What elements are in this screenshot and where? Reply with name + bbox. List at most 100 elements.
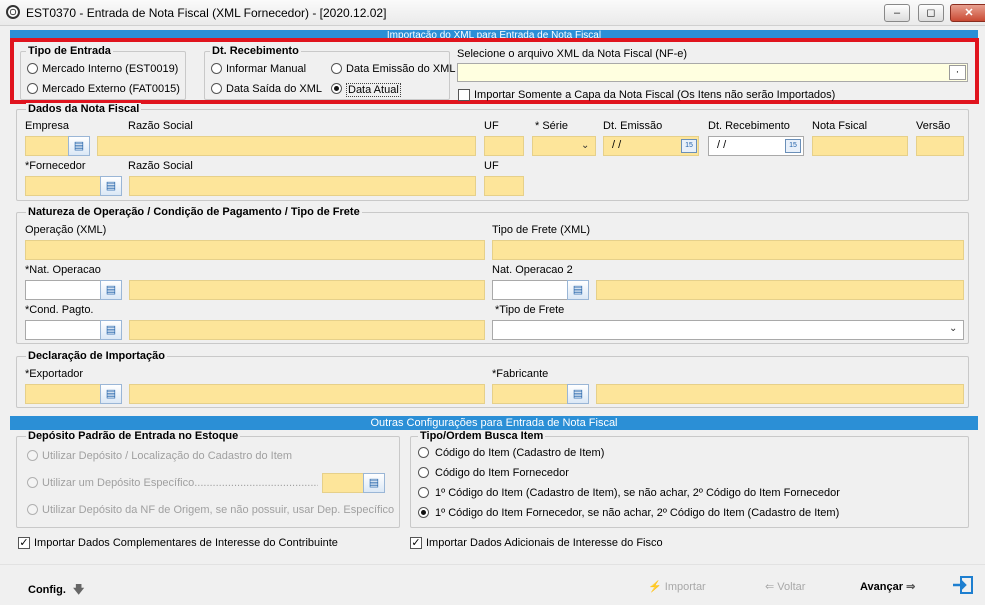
radio-informar-manual[interactable]: [211, 63, 222, 74]
radio-data-atual[interactable]: [331, 83, 342, 94]
arrow-right-icon: ⇒: [906, 581, 916, 593]
cond-pagto-lookup-button[interactable]: ▤: [100, 320, 122, 340]
label-busca-cadastro: Código do Item (Cadastro de Item): [435, 447, 605, 459]
arrow-left-icon: ⇐: [765, 581, 775, 593]
empresa-lookup-button[interactable]: ▤: [68, 136, 90, 156]
label-data-emissao-xml: Data Emissão do XML: [346, 63, 456, 75]
tipo-entrada-title: Tipo de Entrada: [26, 45, 113, 57]
dt-recebimento-calendar-icon[interactable]: 15: [785, 139, 801, 153]
fornecedor-label: *Fornecedor: [25, 160, 86, 172]
cond-pagto-input[interactable]: [25, 320, 105, 340]
radio-data-emissao-xml[interactable]: [331, 63, 342, 74]
cond-pagto-label: *Cond. Pagto.: [25, 304, 94, 316]
complementares-checkbox[interactable]: ✓: [18, 537, 30, 549]
arrow-down-icon: 🡇: [72, 584, 85, 596]
voltar-button[interactable]: ⇐ Voltar: [765, 580, 805, 593]
deposito-lookup-button[interactable]: ▤: [363, 473, 385, 493]
label-deposito-especifico: Utilizar um Depósito Específico.........…: [42, 477, 318, 489]
config-label: Config.: [28, 584, 66, 596]
window-title: EST0370 - Entrada de Nota Fiscal (XML Fo…: [26, 6, 387, 20]
importar-label: Importar: [664, 581, 706, 593]
nat-operacao-desc-input[interactable]: [129, 280, 485, 300]
capa-only-label: Importar Somente a Capa da Nota Fiscal (…: [474, 89, 836, 101]
xml-file-input[interactable]: [457, 63, 968, 82]
busca-item-title: Tipo/Ordem Busca Item: [418, 430, 546, 442]
dt-recebimento-field-label: Dt. Recebimento: [708, 120, 790, 132]
tipo-frete-chevron-down-icon[interactable]: ⌄: [949, 323, 957, 334]
avancar-button[interactable]: Avançar ⇒: [860, 580, 915, 593]
radio-busca-cadastro-fornecedor[interactable]: [418, 487, 429, 498]
uf-input[interactable]: [484, 136, 524, 156]
razao-social-2-input[interactable]: [129, 176, 476, 196]
exit-icon[interactable]: [952, 575, 974, 595]
nat-operacao-lookup-button[interactable]: ▤: [100, 280, 122, 300]
config-button[interactable]: Config. 🡇: [28, 581, 84, 600]
uf-2-label: UF: [484, 160, 499, 172]
restore-button[interactable]: ◻: [918, 4, 944, 22]
radio-mercado-externo[interactable]: [27, 83, 38, 94]
title-bar: EST0370 - Entrada de Nota Fiscal (XML Fo…: [0, 0, 985, 26]
app-icon: [6, 5, 20, 19]
radio-busca-fornecedor[interactable]: [418, 467, 429, 478]
operacao-xml-label: Operação (XML): [25, 224, 107, 236]
fornecedor-lookup-button[interactable]: ▤: [100, 176, 122, 196]
dt-emissao-calendar-icon[interactable]: 15: [681, 139, 697, 153]
dt-recebimento-value: / /: [717, 139, 727, 151]
capa-only-checkbox[interactable]: [458, 89, 470, 101]
radio-deposito-cadastro[interactable]: [27, 450, 38, 461]
radio-data-saida-xml[interactable]: [211, 83, 222, 94]
radio-mercado-interno[interactable]: [27, 63, 38, 74]
empresa-input[interactable]: [25, 136, 70, 156]
versao-label: Versão: [916, 120, 951, 132]
radio-busca-fornecedor-cadastro[interactable]: [418, 507, 429, 518]
natureza-title: Natureza de Operação / Condição de Pagam…: [26, 206, 362, 218]
label-busca-fornecedor-cadastro: 1º Código do Item Fornecedor, se não ach…: [435, 507, 840, 519]
close-button[interactable]: ✕: [950, 4, 985, 22]
fabricante-desc-input[interactable]: [596, 384, 964, 404]
fabricante-lookup-button[interactable]: ▤: [567, 384, 589, 404]
nat-operacao-2-desc-input[interactable]: [596, 280, 964, 300]
exportador-lookup-button[interactable]: ▤: [100, 384, 122, 404]
label-informar-manual: Informar Manual: [226, 63, 307, 75]
serie-chevron-down-icon[interactable]: ⌄: [581, 140, 589, 151]
fisco-checkbox[interactable]: ✓: [410, 537, 422, 549]
fisco-label: Importar Dados Adicionais de Interesse d…: [426, 537, 663, 549]
voltar-label: Voltar: [777, 581, 806, 593]
importacao-title: Declaração de Importação: [26, 350, 167, 362]
tipo-frete-xml-input[interactable]: [492, 240, 964, 260]
operacao-xml-input[interactable]: [25, 240, 485, 260]
exportador-label: *Exportador: [25, 368, 84, 380]
radio-deposito-especifico[interactable]: [27, 477, 38, 488]
label-busca-cadastro-fornecedor: 1º Código do Item (Cadastro de Item), se…: [435, 487, 840, 499]
empresa-label: Empresa: [25, 120, 70, 132]
label-mercado-externo: Mercado Externo (FAT0015): [42, 83, 180, 95]
radio-deposito-origem[interactable]: [27, 504, 38, 515]
radio-busca-cadastro[interactable]: [418, 447, 429, 458]
browse-button[interactable]: ·: [949, 65, 966, 80]
exportador-desc-input[interactable]: [129, 384, 485, 404]
fabricante-label: *Fabricante: [492, 368, 549, 380]
exportador-input[interactable]: [25, 384, 105, 404]
razao-social-label: Razão Social: [128, 120, 193, 132]
minimize-button[interactable]: –: [884, 4, 910, 22]
dados-nf-title: Dados da Nota Fiscal: [26, 103, 142, 115]
dt-emissao-value: / /: [612, 139, 622, 151]
cond-pagto-desc-input[interactable]: [129, 320, 485, 340]
nat-operacao-input[interactable]: [25, 280, 105, 300]
versao-input[interactable]: [916, 136, 964, 156]
uf-2-input[interactable]: [484, 176, 524, 196]
nota-fiscal-input[interactable]: [812, 136, 908, 156]
deposito-especifico-input[interactable]: [322, 473, 366, 493]
fornecedor-input[interactable]: [25, 176, 105, 196]
fabricante-input[interactable]: [492, 384, 572, 404]
importar-button[interactable]: ⚡ Importar: [648, 580, 706, 593]
label-deposito-origem: Utilizar Depósito da NF de Origem, se nã…: [42, 504, 395, 516]
nat-operacao-2-input[interactable]: [492, 280, 572, 300]
nat-operacao-2-label: Nat. Operacao 2: [492, 264, 573, 276]
nat-operacao-label: *Nat. Operacao: [25, 264, 101, 276]
nat-operacao-2-lookup-button[interactable]: ▤: [567, 280, 589, 300]
tipo-frete-select[interactable]: [492, 320, 964, 340]
razao-social-input[interactable]: [97, 136, 476, 156]
dt-recebimento-title: Dt. Recebimento: [210, 45, 301, 57]
uf-label: UF: [484, 120, 499, 132]
